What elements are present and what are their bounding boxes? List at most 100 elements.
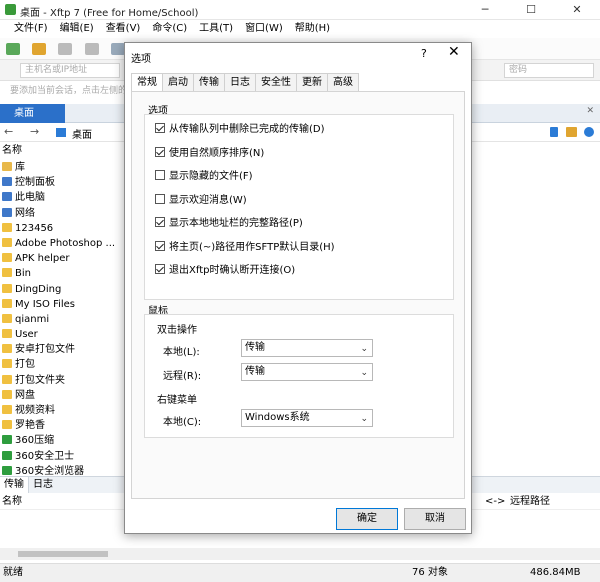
file-list-item[interactable]: 打包 <box>0 357 124 372</box>
folder-icon <box>2 344 12 354</box>
tab-advanced[interactable]: 高级 <box>327 73 359 91</box>
disconnect-icon[interactable] <box>84 43 99 55</box>
remote-select-value: 传输 <box>245 366 265 377</box>
checkbox-icon[interactable] <box>155 240 165 251</box>
local-select-value: 传输 <box>245 342 265 353</box>
open-folder-icon[interactable] <box>32 43 47 55</box>
file-list-item[interactable]: 罗艳香 <box>0 418 124 433</box>
close-button[interactable]: ✕ <box>554 0 600 20</box>
file-list-item[interactable]: 网络 <box>0 206 124 221</box>
new-session-icon[interactable] <box>6 43 20 55</box>
file-list-item[interactable]: 打包文件夹 <box>0 373 124 388</box>
file-list-item[interactable]: 360压缩 <box>0 433 124 448</box>
menu-edit[interactable]: 编辑(E) <box>54 20 100 38</box>
file-name: 库 <box>15 162 25 173</box>
local-context-menu-select[interactable]: Windows系统 ⌄ <box>241 409 373 427</box>
checkbox-icon[interactable] <box>155 146 165 157</box>
transfer-direction-column[interactable]: <-> <box>485 494 505 510</box>
option-checkbox[interactable]: 显示本地地址栏的完整路径(P) <box>155 217 335 231</box>
tab-transfer-settings[interactable]: 传输 <box>193 73 225 91</box>
file-list-item[interactable]: 库 <box>0 160 124 175</box>
file-name: qianmi <box>15 313 50 325</box>
transfer-name-column[interactable]: 名称 <box>2 496 22 507</box>
checkbox-icon[interactable] <box>155 170 165 180</box>
file-list-item[interactable]: DingDing <box>0 282 124 297</box>
forward-arrow-icon[interactable]: → <box>30 125 39 138</box>
file-list-item[interactable]: 网盘 <box>0 388 124 403</box>
scrollbar-thumb[interactable] <box>18 551 108 557</box>
checkbox-icon[interactable] <box>155 264 165 274</box>
horizontal-scrollbar[interactable] <box>0 548 600 560</box>
file-list-item[interactable]: 360安全浏览器 <box>0 464 124 475</box>
file-name: User <box>15 329 38 341</box>
file-list-item[interactable]: APK helper <box>0 251 124 266</box>
file-list-item[interactable]: 视频资料 <box>0 403 124 418</box>
refresh-path-icon[interactable] <box>584 127 594 137</box>
connect-icon[interactable] <box>58 43 73 55</box>
remote-double-click-select[interactable]: 传输 ⌄ <box>241 363 373 381</box>
tab-log[interactable]: 日志 <box>29 477 57 493</box>
checkbox-icon[interactable] <box>155 193 165 204</box>
help-button[interactable]: ? <box>421 47 427 60</box>
dialog-close-button[interactable]: ✕ <box>448 44 460 60</box>
local-c-select-value: Windows系统 <box>245 412 310 423</box>
menu-window[interactable]: 窗口(W) <box>239 20 289 38</box>
file-list-item[interactable]: Adobe Photoshop ... <box>0 236 124 251</box>
option-checkbox[interactable]: 从传输队列中删除已完成的传输(D) <box>155 123 335 137</box>
tab-log-settings[interactable]: 日志 <box>224 73 256 91</box>
folder-icon <box>2 359 12 369</box>
file-list-item[interactable]: Bin <box>0 266 124 281</box>
file-list-item[interactable]: 此电脑 <box>0 190 124 205</box>
checkbox-icon[interactable] <box>155 123 165 133</box>
option-checkbox[interactable]: 将主页(~)路径用作SFTP默认目录(H) <box>155 240 335 255</box>
file-list-item[interactable]: 123456 <box>0 221 124 236</box>
file-name: Adobe Photoshop ... <box>15 237 116 249</box>
local-double-click-select[interactable]: 传输 ⌄ <box>241 339 373 357</box>
file-list-item[interactable]: 控制面板 <box>0 175 124 190</box>
tab-close-icon[interactable]: ✕ <box>586 106 594 116</box>
general-tab-page: 选项 从传输队列中删除已完成的传输(D) 使用自然顺序排序(N) 显示隐藏的文件(F… <box>131 91 465 499</box>
checkbox-icon[interactable] <box>155 217 165 227</box>
tab-desktop[interactable]: 桌面 <box>0 104 65 123</box>
file-name: DingDing <box>15 283 62 295</box>
minimize-button[interactable]: ─ <box>462 0 508 20</box>
file-list-item[interactable]: 安卓打包文件 <box>0 342 124 357</box>
tab-security[interactable]: 安全性 <box>255 73 297 91</box>
folder-icon <box>2 405 12 414</box>
option-checkbox[interactable]: 显示隐藏的文件(F) <box>155 170 335 184</box>
transfer-remote-column[interactable]: 远程路径 <box>510 494 550 510</box>
title-bar: 桌面 - Xftp 7 (Free for Home/School) ─ ☐ ✕ <box>0 0 600 20</box>
current-path[interactable]: 桌面 <box>72 126 92 141</box>
option-checkbox[interactable]: 退出Xftp时确认断开连接(O) <box>155 264 335 278</box>
tab-startup[interactable]: 启动 <box>162 73 194 91</box>
file-list-item[interactable]: 360安全卫士 <box>0 449 124 464</box>
menu-file[interactable]: 文件(F) <box>8 20 54 38</box>
tab-transfer[interactable]: 传输 <box>0 477 29 493</box>
menu-view[interactable]: 查看(V) <box>100 20 147 38</box>
back-arrow-icon[interactable]: ← <box>4 125 13 138</box>
file-list-item[interactable]: qianmi <box>0 312 124 327</box>
menu-command[interactable]: 命令(C) <box>146 20 193 38</box>
chevron-down-icon: ⌄ <box>360 414 368 424</box>
option-checkbox[interactable]: 显示欢迎消息(W) <box>155 193 335 208</box>
desktop-icon <box>56 128 66 137</box>
tab-general[interactable]: 常规 <box>131 73 163 92</box>
folder-icon <box>2 177 12 187</box>
ok-button[interactable]: 确定 <box>336 508 398 530</box>
copy-icon[interactable] <box>110 43 125 55</box>
tab-update[interactable]: 更新 <box>296 73 328 91</box>
new-folder-icon[interactable] <box>566 127 577 137</box>
host-input[interactable]: 主机名或IP地址 <box>20 63 120 78</box>
name-column-header[interactable]: 名称 <box>0 143 124 159</box>
option-checkbox[interactable]: 使用自然顺序排序(N) <box>155 146 335 161</box>
file-list-item[interactable]: My ISO Files <box>0 297 124 312</box>
folder-icon <box>2 207 12 217</box>
maximize-button[interactable]: ☐ <box>508 0 554 20</box>
folder-icon <box>2 283 12 293</box>
bookmark-icon[interactable] <box>550 127 558 137</box>
file-list-item[interactable]: User <box>0 327 124 342</box>
menu-help[interactable]: 帮助(H) <box>289 20 336 38</box>
menu-tools[interactable]: 工具(T) <box>193 20 239 38</box>
password-input[interactable]: 密码 <box>504 63 594 78</box>
cancel-button[interactable]: 取消 <box>404 508 466 530</box>
